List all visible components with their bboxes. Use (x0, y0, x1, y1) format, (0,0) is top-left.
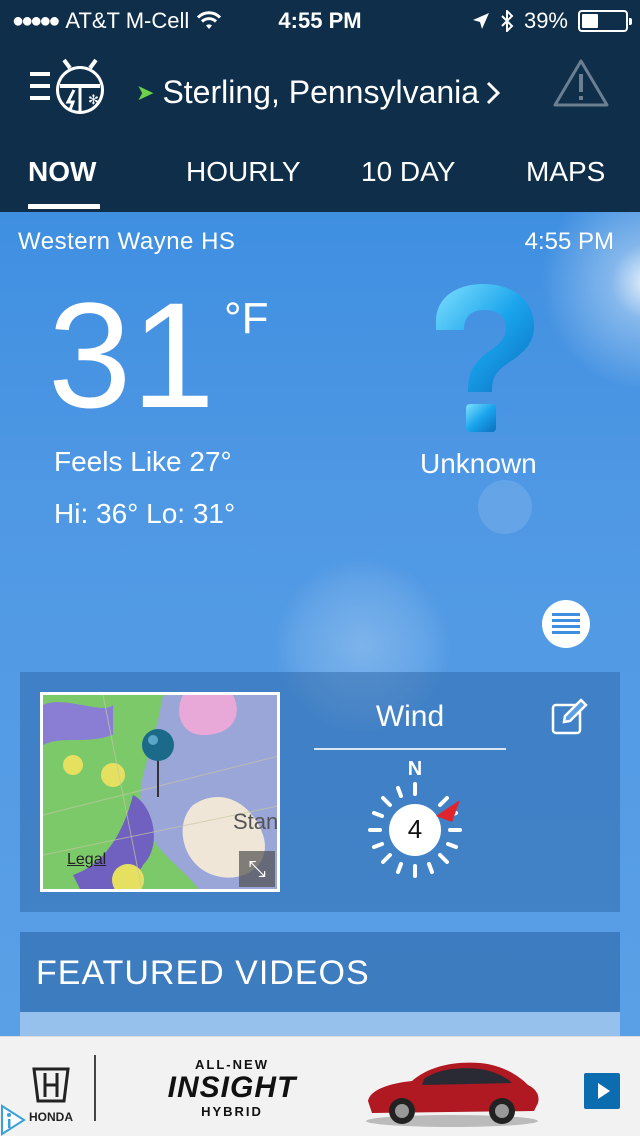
ad-banner[interactable]: HONDA ALL-NEW INSIGHT HYBRID (0, 1036, 640, 1136)
question-icon (436, 284, 534, 432)
featured-videos-strip (20, 1012, 620, 1036)
chevron-right-icon (487, 81, 501, 104)
adchoices-icon[interactable] (0, 1104, 28, 1136)
wind-speed: 4 (407, 814, 423, 844)
bluetooth-icon (501, 10, 514, 32)
tab-maps[interactable]: MAPS (526, 156, 605, 188)
lens-flare-small (478, 480, 532, 534)
insight-wordmark: ALL-NEW INSIGHT HYBRID (132, 1055, 332, 1127)
status-right: 39% (472, 8, 632, 34)
status-bar: ●●●●● AT&T M-Cell 4:55 PM 39% (0, 0, 640, 40)
alert-icon[interactable] (552, 58, 610, 108)
app-header: ✻ ➤ Sterling, Pennsylvania NOW HOURLY 10… (0, 40, 640, 212)
location-services-icon (472, 13, 489, 29)
location-name: Sterling, Pennsylvania (162, 74, 480, 110)
car-image (366, 1062, 539, 1127)
tab-hourly[interactable]: HOURLY (186, 156, 301, 188)
wind-north-label: N (407, 758, 423, 780)
menu-logo-icon[interactable]: ✻ (30, 58, 108, 116)
ad-divider (94, 1055, 96, 1121)
edit-icon[interactable] (550, 698, 588, 736)
featured-videos-title: FEATURED VIDEOS (36, 954, 370, 992)
ad-play-icon[interactable] (584, 1073, 620, 1109)
current-conditions-panel: Western Wayne HS 4:55 PM 31 °F Feels Lik… (0, 212, 640, 1036)
details-list-button[interactable] (542, 600, 590, 648)
wind-title: Wind (375, 700, 445, 733)
radar-wind-card: Stan Legal ⤡ Wind N 4 (20, 672, 620, 912)
battery-percent: 39% (523, 8, 568, 33)
current-temperature: 31 (48, 271, 215, 439)
condition-text: Unknown (420, 448, 537, 479)
feels-like: Feels Like 27° (54, 446, 232, 477)
station-name: Western Wayne HS (18, 228, 236, 255)
ad-hybrid: HYBRID (201, 1104, 263, 1119)
observation-time: 4:55 PM (524, 228, 614, 255)
temperature-unit: °F (224, 294, 269, 343)
tab-now[interactable]: NOW (28, 156, 96, 188)
featured-videos-header[interactable]: FEATURED VIDEOS (20, 932, 620, 1012)
svg-text:✻: ✻ (88, 93, 99, 108)
wind-divider (314, 748, 506, 750)
high-low: Hi: 36° Lo: 31° (54, 498, 236, 529)
location-arrow-icon: ➤ (136, 79, 155, 105)
wind-compass: N 4 (360, 758, 470, 882)
radar-map[interactable]: Stan Legal ⤡ (40, 692, 280, 892)
tab-10-day[interactable]: 10 DAY (361, 156, 455, 188)
legal-link[interactable]: Legal (67, 851, 106, 869)
svg-text:HONDA: HONDA (29, 1110, 73, 1124)
expand-map-icon[interactable]: ⤡ (239, 851, 275, 887)
battery-icon (578, 10, 632, 32)
active-tab-indicator (28, 204, 100, 209)
location-selector[interactable]: ➤ Sterling, Pennsylvania (136, 74, 501, 111)
ad-model: INSIGHT (167, 1071, 297, 1104)
tab-bar: NOW HOURLY 10 DAY MAPS (0, 150, 640, 212)
radar-city-label: Stan (233, 809, 279, 834)
ad-allnew: ALL-NEW (195, 1057, 269, 1072)
